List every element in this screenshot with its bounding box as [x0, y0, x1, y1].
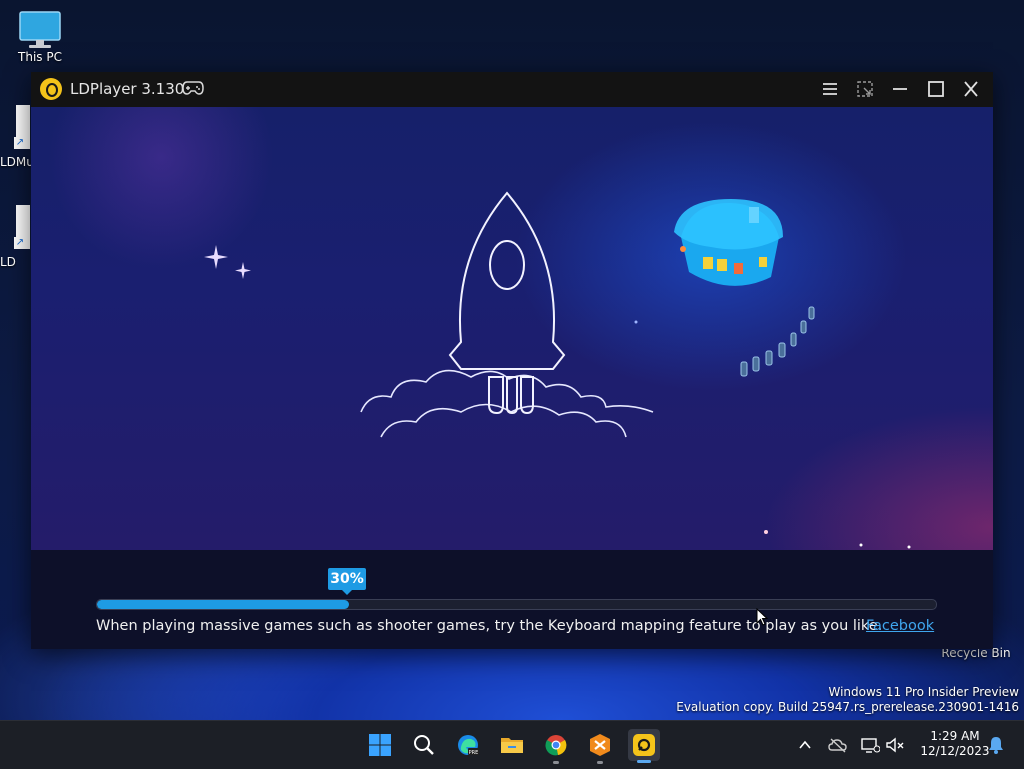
windows-watermark-build: Evaluation copy. Build 25947.rs_prerelea…	[676, 700, 1019, 714]
desktop-icon-label: This PC	[18, 50, 62, 64]
chevron-up-icon[interactable]	[795, 736, 815, 754]
taskbar-file-explorer-button[interactable]	[496, 729, 528, 761]
title-bar[interactable]: LDPlayer 3.130	[31, 72, 993, 107]
menu-button[interactable]	[819, 79, 841, 99]
minimize-button[interactable]	[889, 79, 911, 99]
close-button[interactable]	[960, 79, 982, 99]
taskbar-ldplayer-button[interactable]	[628, 729, 660, 763]
folder-icon	[501, 738, 523, 753]
onedrive-offline-icon[interactable]	[828, 736, 848, 754]
ldplayer-window: LDPlayer 3.130 30% When playing massive …	[31, 72, 993, 649]
stepping-stones	[740, 306, 815, 377]
toolbox-icon	[590, 734, 610, 756]
window-resize-button[interactable]	[854, 79, 876, 99]
chrome-icon	[545, 735, 567, 756]
network-icon[interactable]	[860, 736, 880, 754]
taskbar: PRE 1:29 AM 12/12/2023	[0, 720, 1024, 769]
system-clock[interactable]: 1:29 AM 12/12/2023	[915, 729, 995, 759]
ldplayer-icon	[633, 734, 655, 756]
desktop-icon-this-pc[interactable]: This PC	[10, 10, 70, 64]
monitor-icon	[19, 11, 61, 48]
windows-watermark-edition: Windows 11 Pro Insider Preview	[828, 685, 1019, 699]
taskbar-chrome-button[interactable]	[540, 729, 572, 764]
start-button[interactable]	[364, 729, 396, 761]
svg-text:PRE: PRE	[469, 750, 479, 756]
sparkle-icon	[204, 245, 251, 279]
shortcut-icon: ↗	[14, 105, 30, 149]
shortcut-icon: ↗	[14, 205, 30, 249]
search-icon	[414, 735, 434, 755]
taskbar-search-button[interactable]	[408, 729, 440, 761]
splash-illustration	[204, 191, 911, 549]
facebook-link[interactable]: Facebook	[866, 618, 934, 634]
progress-bar	[96, 599, 937, 610]
progress-bar-fill	[97, 600, 349, 609]
taskbar-edge-button[interactable]: PRE	[452, 729, 484, 761]
clock-time: 1:29 AM	[930, 729, 980, 743]
volume-muted-icon[interactable]	[885, 736, 905, 754]
gamepad-icon[interactable]	[182, 80, 204, 96]
ldplayer-logo-icon	[40, 78, 62, 100]
windows-start-icon	[369, 734, 391, 756]
running-indicator	[597, 761, 603, 764]
loading-splash	[31, 107, 993, 550]
progress-percent-badge: 30%	[328, 568, 366, 595]
edge-icon: PRE	[458, 735, 479, 756]
rocket-icon	[448, 191, 566, 415]
clock-date: 12/12/2023	[920, 744, 990, 758]
window-title: LDPlayer 3.130	[70, 80, 185, 98]
mouse-cursor-icon	[756, 608, 768, 626]
maximize-button[interactable]	[925, 79, 947, 99]
loading-footer: 30% When playing massive games such as s…	[31, 550, 993, 649]
taskbar-toolbox-button[interactable]	[584, 729, 616, 764]
running-indicator	[553, 761, 559, 764]
house-icon	[674, 199, 783, 286]
notification-bell-icon[interactable]	[988, 736, 1004, 754]
